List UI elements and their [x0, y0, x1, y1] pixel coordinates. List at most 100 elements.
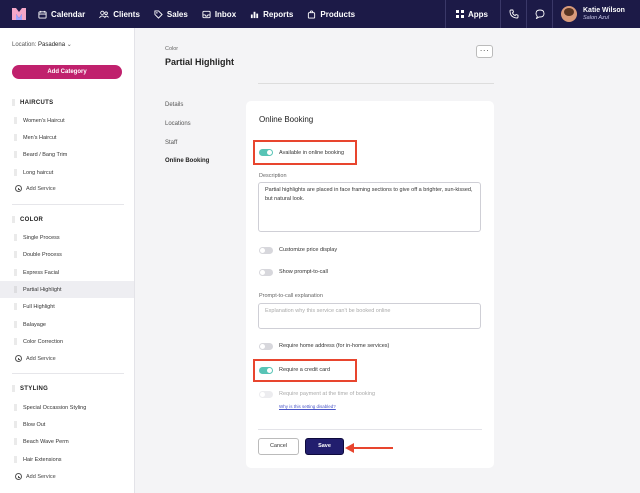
prompt-to-call-toggle[interactable]	[259, 269, 273, 276]
drag-handle-icon[interactable]	[14, 169, 17, 176]
bag-icon	[308, 9, 316, 19]
service-item-active[interactable]: Partial Highlight	[0, 281, 134, 298]
service-label: Special Occassion Styling	[23, 404, 87, 411]
service-item[interactable]: Beard / Bang Trim	[0, 146, 134, 163]
top-right-area: Apps Katie Wilson Salon Azul	[445, 0, 640, 28]
service-item[interactable]: Single Process	[0, 229, 134, 246]
service-label: Balayage	[23, 321, 46, 328]
nav-sales-label: Sales	[166, 9, 188, 19]
subnav-locations[interactable]: Locations	[165, 121, 191, 127]
divider	[12, 204, 124, 205]
page-title: Partial Highlight	[165, 57, 235, 67]
drag-handle-icon[interactable]	[14, 303, 17, 310]
service-label: Hair Extensions	[23, 456, 62, 463]
card-divider	[258, 429, 482, 430]
phone-button[interactable]	[500, 0, 526, 28]
nav-clients[interactable]: Clients	[99, 10, 140, 19]
app-logo-icon[interactable]	[12, 8, 26, 20]
drag-handle-icon[interactable]	[14, 234, 17, 241]
drag-handle-icon[interactable]	[14, 269, 17, 276]
add-category-button[interactable]: Add Category	[12, 65, 122, 79]
require-home-address-toggle[interactable]	[259, 343, 273, 350]
add-service-button[interactable]: Add Service	[15, 185, 56, 192]
more-options-button[interactable]: ···	[476, 45, 493, 58]
top-nav: Calendar Clients Sales Inbox Reports Pro…	[0, 0, 640, 28]
service-item[interactable]: Men's Haircut	[0, 129, 134, 146]
nav-reports[interactable]: Reports	[250, 10, 293, 19]
drag-handle-icon[interactable]	[14, 251, 17, 258]
nav-calendar[interactable]: Calendar	[38, 10, 85, 19]
drag-handle-icon[interactable]	[14, 404, 17, 411]
drag-handle-icon[interactable]	[14, 321, 17, 328]
subnav-online-booking[interactable]: Online Booking	[165, 158, 209, 164]
nav-calendar-label: Calendar	[51, 9, 86, 19]
save-button[interactable]: Save	[305, 438, 344, 455]
service-label: Color Correction	[23, 338, 64, 345]
subnav-details[interactable]: Details	[165, 102, 183, 108]
nav-inbox[interactable]: Inbox	[202, 10, 236, 19]
nav-sales[interactable]: Sales	[154, 10, 188, 19]
chat-icon	[535, 9, 544, 19]
prompt-explanation-label: Prompt-to-call explanation	[259, 293, 323, 299]
apps-label: Apps	[468, 9, 488, 19]
calendar-icon	[38, 10, 47, 19]
customize-price-label: Customize price display	[279, 247, 338, 253]
service-item[interactable]: Color Correction	[0, 333, 134, 350]
add-service-label: Add Service	[26, 473, 56, 480]
location-selector[interactable]: Location: Pasadena ⌄	[12, 41, 72, 48]
service-item[interactable]: Blow Out	[0, 416, 134, 433]
drag-handle-icon[interactable]	[14, 134, 17, 141]
nav-inbox-label: Inbox	[214, 9, 237, 19]
group-title-styling[interactable]: STYLING	[12, 385, 48, 392]
service-item[interactable]: Women's Haircut	[0, 112, 134, 129]
service-label: Full Highlight	[23, 303, 55, 310]
service-item[interactable]: Long haircut	[0, 164, 134, 181]
user-name: Katie Wilson	[583, 6, 625, 14]
service-label: Men's Haircut	[23, 134, 57, 141]
phone-icon	[509, 9, 518, 19]
highlight-box-available	[253, 140, 357, 165]
group-title-label: HAIRCUTS	[20, 99, 54, 106]
plus-circle-icon	[15, 355, 22, 362]
service-item[interactable]: Special Occassion Styling	[0, 399, 134, 416]
drag-handle-icon[interactable]	[14, 151, 17, 158]
customize-price-toggle[interactable]	[259, 247, 273, 254]
drag-handle-icon[interactable]	[12, 385, 15, 392]
nav-products-label: Products	[320, 9, 356, 19]
description-textarea[interactable]: Partial highlights are placed in face fr…	[258, 182, 481, 232]
service-item[interactable]: Beach Wave Perm	[0, 433, 134, 450]
prompt-explanation-input[interactable]: Explanation why this service can't be bo…	[258, 303, 481, 329]
nav-products[interactable]: Products	[307, 10, 355, 19]
apps-button[interactable]: Apps	[445, 0, 500, 28]
drag-handle-icon[interactable]	[14, 338, 17, 345]
why-disabled-link[interactable]: Why is this setting disabled?	[279, 404, 336, 409]
service-item[interactable]: Express Facial	[0, 264, 134, 281]
description-label: Description	[259, 173, 287, 179]
add-service-button[interactable]: Add Service	[15, 355, 56, 362]
highlight-box-credit-card	[253, 359, 357, 382]
drag-handle-icon[interactable]	[14, 421, 17, 428]
add-service-button[interactable]: Add Service	[15, 473, 56, 480]
add-service-label: Add Service	[26, 185, 56, 192]
cancel-button[interactable]: Cancel	[258, 438, 299, 455]
service-item[interactable]: Full Highlight	[0, 298, 134, 315]
chat-button[interactable]	[526, 0, 552, 28]
service-item[interactable]: Balayage	[0, 316, 134, 333]
category-breadcrumb: Color	[165, 46, 179, 52]
service-item[interactable]: Double Process	[0, 246, 134, 263]
subnav-staff[interactable]: Staff	[165, 140, 177, 146]
service-label: Beach Wave Perm	[23, 438, 69, 445]
require-home-address-label: Require home address (for in-home servic…	[279, 343, 390, 349]
user-menu[interactable]: Katie Wilson Salon Azul	[552, 0, 640, 28]
drag-handle-icon[interactable]	[12, 99, 15, 106]
service-item[interactable]: Hair Extensions	[0, 451, 134, 468]
service-sidebar: Location: Pasadena ⌄ Add Category HAIRCU…	[0, 28, 135, 493]
drag-handle-icon[interactable]	[14, 438, 17, 445]
drag-handle-icon[interactable]	[14, 117, 17, 124]
drag-handle-icon[interactable]	[12, 216, 15, 223]
user-business: Salon Azul	[583, 14, 610, 21]
group-title-color[interactable]: COLOR	[12, 216, 43, 223]
drag-handle-icon[interactable]	[14, 456, 17, 463]
drag-handle-icon[interactable]	[14, 286, 17, 293]
group-title-haircuts[interactable]: HAIRCUTS	[12, 99, 53, 106]
